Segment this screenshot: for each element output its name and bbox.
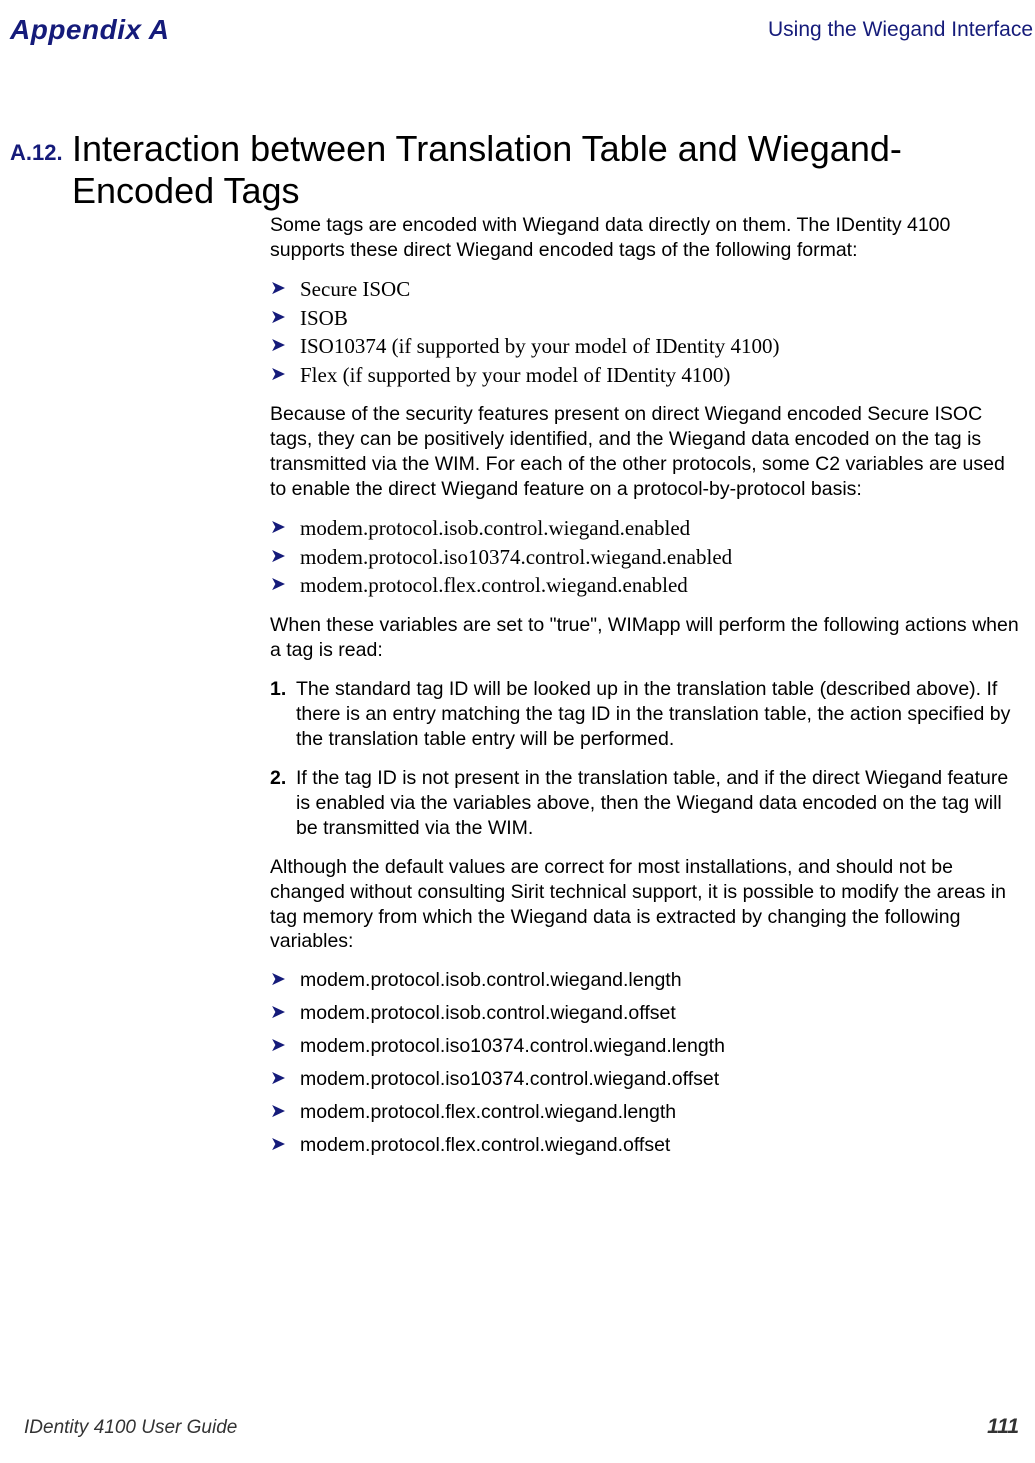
list-text: modem.protocol.flex.control.wiegand.leng… xyxy=(300,1100,676,1125)
chevron-right-icon: ➤ xyxy=(270,1001,300,1026)
list-text: modem.protocol.iso10374.control.wiegand.… xyxy=(300,1067,719,1092)
list-item: ➤ modem.protocol.isob.control.wiegand.of… xyxy=(270,1001,1025,1026)
section-number: A.12. xyxy=(10,140,60,166)
list-item: ➤ modem.protocol.iso10374.control.wiegan… xyxy=(270,545,1025,571)
list-text: modem.protocol.isob.control.wiegand.offs… xyxy=(300,1001,676,1026)
chevron-right-icon: ➤ xyxy=(270,1133,300,1158)
paragraph: Some tags are encoded with Wiegand data … xyxy=(270,213,1025,263)
section-title: Interaction between Translation Table an… xyxy=(72,128,995,213)
list-item: ➤ modem.protocol.flex.control.wiegand.le… xyxy=(270,1100,1025,1125)
ordered-list: 1. The standard tag ID will be looked up… xyxy=(270,677,1025,841)
item-text: If the tag ID is not present in the tran… xyxy=(296,766,1025,841)
list-item: ➤ Flex (if supported by your model of ID… xyxy=(270,363,1025,389)
list-text: ISO10374 (if supported by your model of … xyxy=(300,334,779,360)
page: Appendix A Using the Wiegand Interface A… xyxy=(0,0,1035,1463)
appendix-label: Appendix A xyxy=(10,14,170,46)
list-text: Flex (if supported by your model of IDen… xyxy=(300,363,730,389)
bullet-list: ➤ modem.protocol.isob.control.wiegand.le… xyxy=(270,968,1025,1158)
list-item: ➤ modem.protocol.flex.control.wiegand.of… xyxy=(270,1133,1025,1158)
item-number: 1. xyxy=(270,677,296,702)
list-item: ➤ modem.protocol.isob.control.wiegand.en… xyxy=(270,516,1025,542)
list-item: ➤ Secure ISOC xyxy=(270,277,1025,303)
chevron-right-icon: ➤ xyxy=(270,1067,300,1092)
footer-guide-name: IDentity 4100 User Guide xyxy=(24,1417,237,1439)
chapter-title: Using the Wiegand Interface xyxy=(768,18,1033,42)
list-text: modem.protocol.iso10374.control.wiegand.… xyxy=(300,1034,725,1059)
chevron-right-icon: ➤ xyxy=(270,363,300,388)
list-text: modem.protocol.isob.control.wiegand.leng… xyxy=(300,968,682,993)
list-item: ➤ ISO10374 (if supported by your model o… xyxy=(270,334,1025,360)
list-item: ➤ modem.protocol.flex.control.wiegand.en… xyxy=(270,573,1025,599)
paragraph: Although the default values are correct … xyxy=(270,855,1025,955)
paragraph: When these variables are set to "true", … xyxy=(270,613,1025,663)
list-text: ISOB xyxy=(300,306,348,332)
list-item: ➤ ISOB xyxy=(270,306,1025,332)
chevron-right-icon: ➤ xyxy=(270,334,300,359)
chevron-right-icon: ➤ xyxy=(270,277,300,302)
chevron-right-icon: ➤ xyxy=(270,516,300,541)
bullet-list: ➤ Secure ISOC ➤ ISOB ➤ ISO10374 (if supp… xyxy=(270,277,1025,388)
item-number: 2. xyxy=(270,766,296,791)
list-text: modem.protocol.flex.control.wiegand.offs… xyxy=(300,1133,670,1158)
chevron-right-icon: ➤ xyxy=(270,306,300,331)
body-content: Some tags are encoded with Wiegand data … xyxy=(270,213,1025,1172)
page-number: 111 xyxy=(987,1415,1019,1439)
list-text: modem.protocol.iso10374.control.wiegand.… xyxy=(300,545,732,571)
ordered-item: 2. If the tag ID is not present in the t… xyxy=(270,766,1025,841)
item-text: The standard tag ID will be looked up in… xyxy=(296,677,1025,752)
paragraph: Because of the security features present… xyxy=(270,402,1025,502)
chevron-right-icon: ➤ xyxy=(270,1034,300,1059)
list-text: modem.protocol.flex.control.wiegand.enab… xyxy=(300,573,688,599)
bullet-list: ➤ modem.protocol.isob.control.wiegand.en… xyxy=(270,516,1025,599)
chevron-right-icon: ➤ xyxy=(270,1100,300,1125)
chevron-right-icon: ➤ xyxy=(270,545,300,570)
chevron-right-icon: ➤ xyxy=(270,573,300,598)
chevron-right-icon: ➤ xyxy=(270,968,300,993)
list-item: ➤ modem.protocol.iso10374.control.wiegan… xyxy=(270,1034,1025,1059)
list-item: ➤ modem.protocol.isob.control.wiegand.le… xyxy=(270,968,1025,993)
list-text: modem.protocol.isob.control.wiegand.enab… xyxy=(300,516,690,542)
list-item: ➤ modem.protocol.iso10374.control.wiegan… xyxy=(270,1067,1025,1092)
list-text: Secure ISOC xyxy=(300,277,410,303)
ordered-item: 1. The standard tag ID will be looked up… xyxy=(270,677,1025,752)
